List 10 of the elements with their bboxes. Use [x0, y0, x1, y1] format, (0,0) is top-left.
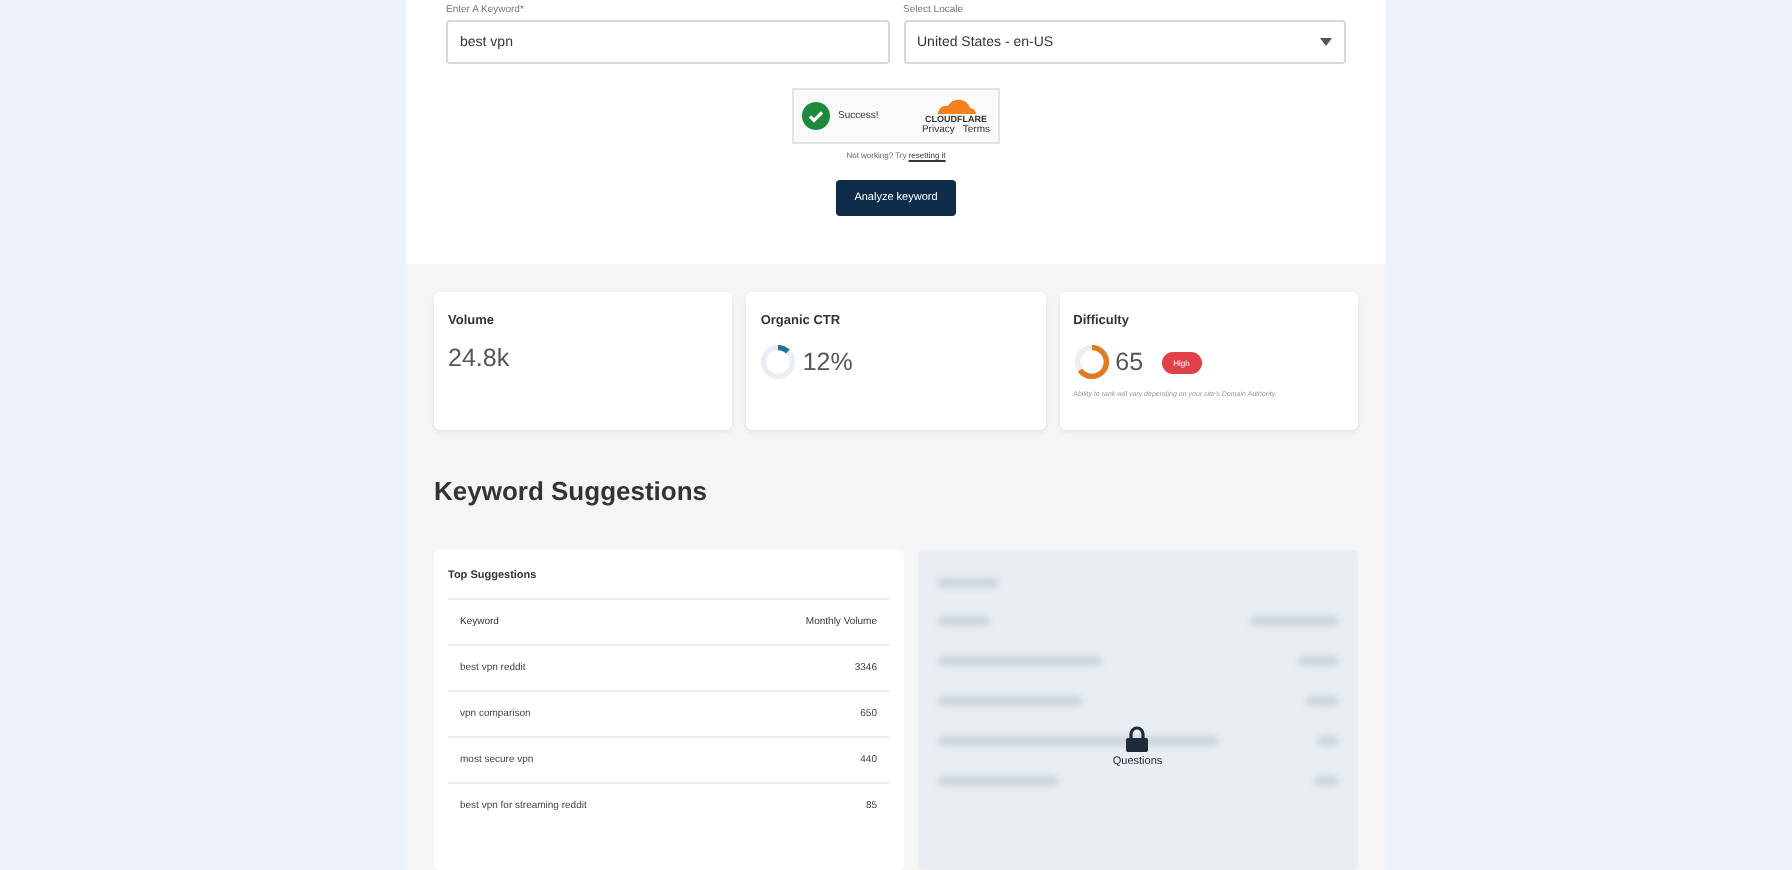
cloud-icon [933, 97, 978, 113]
stat-value: 24.8k [448, 344, 510, 372]
stat-value: 65 [1115, 348, 1144, 376]
check-circle-icon [802, 102, 830, 130]
stat-value: 12% [802, 348, 853, 376]
progress-ring-icon [760, 344, 797, 380]
section-heading: Keyword Suggestions [434, 476, 710, 506]
progress-ring-icon [1073, 344, 1110, 380]
caret-icon [1320, 38, 1332, 46]
lock-icon [1126, 726, 1149, 752]
